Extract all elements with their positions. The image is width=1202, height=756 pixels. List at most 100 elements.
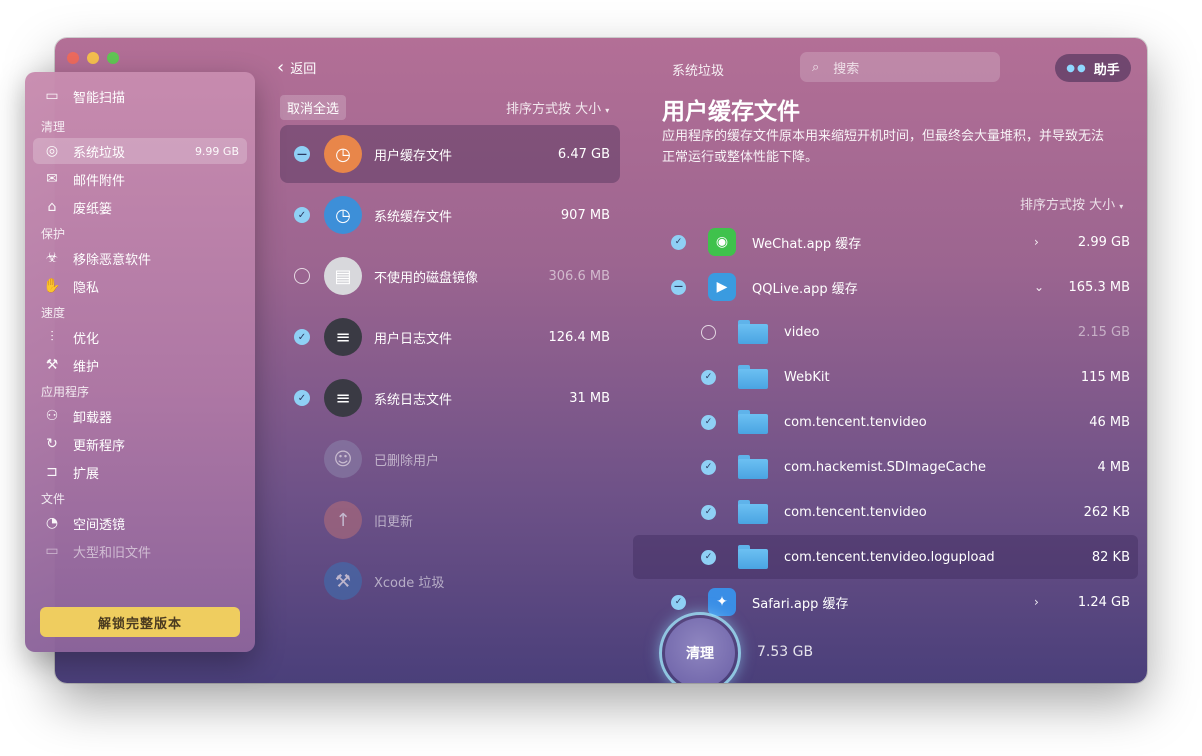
file-name: WeChat.app 缓存: [752, 236, 862, 252]
safari-icon: ✦: [708, 588, 736, 616]
sidebar-item[interactable]: ◎ 系统垃圾 9.99 GB: [33, 138, 247, 164]
sidebar-item-label: 系统垃圾: [73, 145, 126, 161]
sort-dropdown[interactable]: 排序方式按 大小 ▾: [506, 98, 609, 117]
detail-description: 应用程序的缓存文件原本用来缩短开机时间，但最终会大量堆积，并导致无法正常运行或整…: [662, 129, 1105, 165]
file-row[interactable]: ✓ com.hackemist.SDImageCache 4 MB: [633, 445, 1138, 489]
category-size: 306.6 MB: [548, 268, 610, 284]
category-row[interactable]: ▤ 不使用的磁盘镜像 306.6 MB: [280, 247, 620, 305]
file-size: 46 MB: [1089, 414, 1130, 430]
category-row[interactable]: — ◷ 用户缓存文件 6.47 GB: [280, 125, 620, 183]
system-log-icon: ≡: [324, 379, 362, 417]
chevron-right-icon[interactable]: ›: [1034, 595, 1058, 609]
file-checkbox[interactable]: ✓: [701, 369, 716, 385]
sidebar-section-title: 应用程序: [41, 385, 90, 399]
clean-button[interactable]: 清理: [665, 618, 735, 683]
category-row[interactable]: ✓ ≡ 用户日志文件 126.4 MB: [280, 308, 620, 366]
category-row[interactable]: ✓ ≡ 系统日志文件 31 MB: [280, 369, 620, 427]
file-row[interactable]: ✓ com.tencent.tenvideo.logupload 82 KB: [633, 535, 1138, 579]
sidebar: ▭ 智能扫描 解锁完整版本 清理 ◎ 系统垃圾 9.99 GB ✉ 邮件附件 ⌂ 废纸篓 保护 ☣…: [25, 72, 255, 652]
detail-sort-dropdown[interactable]: 排序方式按 大小 ▾: [1020, 194, 1123, 213]
sidebar-item-label: 隐私: [73, 280, 100, 296]
sidebar-section-title: 保护: [41, 227, 66, 241]
category-row[interactable]: ☺ 已删除用户: [280, 430, 620, 488]
sidebar-item-label: 扩展: [73, 466, 100, 482]
sidebar-item-label: 邮件附件: [73, 173, 126, 189]
sidebar-item-label: 优化: [73, 331, 100, 347]
file-checkbox[interactable]: ✓: [671, 594, 686, 610]
minimize-window-button[interactable]: [87, 52, 99, 64]
caret-down-icon: ▾: [605, 106, 610, 115]
unlock-full-version-button[interactable]: 解锁完整版本: [40, 607, 240, 637]
chevron-right-icon[interactable]: ›: [1034, 235, 1058, 249]
file-row[interactable]: ✓ com.tencent.tenvideo 46 MB: [633, 400, 1138, 444]
file-checkbox[interactable]: ✓: [701, 549, 716, 565]
xcode-icon: ⚒: [324, 562, 362, 600]
detail-sort-label: 排序方式按 大小: [1020, 198, 1116, 213]
updater-icon: ↻: [46, 436, 58, 452]
sidebar-item[interactable]: ⌂ 废纸篓: [33, 194, 247, 220]
file-row[interactable]: ✓ ◉ WeChat.app 缓存 › 2.99 GB: [633, 220, 1138, 264]
biohazard-icon: ☣: [45, 250, 59, 266]
deselect-all-button[interactable]: 取消全选: [280, 95, 347, 120]
file-checkbox[interactable]: —: [671, 279, 686, 295]
sidebar-item[interactable]: ⚇ 卸载器: [33, 403, 247, 429]
category-row[interactable]: ↑ 旧更新: [280, 491, 620, 549]
sidebar-item[interactable]: ◔ 空间透镜: [33, 510, 247, 536]
file-checkbox[interactable]: [701, 324, 716, 340]
sidebar-item[interactable]: ▭ 大型和旧文件: [33, 538, 247, 564]
search-placeholder: 搜索: [833, 61, 860, 77]
folder-icon: ▭: [45, 543, 59, 559]
disk-image-icon: ▤: [324, 257, 362, 295]
sidebar-section-title: 文件: [41, 492, 66, 506]
file-size: 2.15 GB: [1077, 324, 1130, 340]
sidebar-item[interactable]: ✋ 隐私: [33, 273, 247, 299]
category-checkbox[interactable]: ✓: [294, 390, 310, 406]
assistant-button[interactable]: ●● 助手: [1055, 54, 1131, 82]
category-name: 用户缓存文件: [374, 148, 453, 164]
chevron-down-icon[interactable]: ⌄: [1034, 280, 1058, 294]
close-window-button[interactable]: [67, 52, 79, 64]
sidebar-item[interactable]: ✉ 邮件附件: [33, 166, 247, 192]
file-row[interactable]: — ▶ QQLive.app 缓存 ⌄ 165.3 MB: [633, 265, 1138, 309]
back-button[interactable]: ‹ 返回: [277, 58, 316, 77]
category-row[interactable]: ✓ ◷ 系统缓存文件 907 MB: [280, 186, 620, 244]
file-checkbox[interactable]: ✓: [701, 414, 716, 430]
category-checkbox[interactable]: —: [294, 146, 310, 162]
sidebar-item[interactable]: ⫶ 优化: [33, 324, 247, 350]
sidebar-item-label: 废纸篓: [73, 201, 113, 217]
sidebar-section-title: 清理: [41, 120, 66, 134]
category-checkbox[interactable]: [294, 268, 310, 284]
file-size: 165.3 MB: [1068, 279, 1130, 295]
file-name: com.tencent.tenvideo: [784, 414, 927, 430]
category-size: 126.4 MB: [548, 329, 610, 345]
bin-icon: ⌂: [47, 199, 57, 215]
file-name: QQLive.app 缓存: [752, 281, 858, 297]
category-row[interactable]: ⚒ Xcode 垃圾: [280, 552, 620, 610]
file-row[interactable]: video 2.15 GB: [633, 310, 1138, 354]
sidebar-item[interactable]: ⚒ 维护: [33, 352, 247, 378]
folder-icon: [738, 365, 768, 389]
file-size: 4 MB: [1097, 459, 1130, 475]
caret-down-icon: ▾: [1119, 202, 1124, 211]
category-checkbox: [294, 512, 310, 528]
sidebar-item-smart-scan[interactable]: ▭ 智能扫描: [33, 83, 247, 109]
sidebar-item[interactable]: ☣ 移除恶意软件: [33, 245, 247, 271]
file-size: 1.24 GB: [1077, 594, 1130, 610]
category-size: 907 MB: [560, 207, 610, 223]
file-checkbox[interactable]: ✓: [671, 234, 686, 250]
file-row[interactable]: ✓ com.tencent.tenvideo 262 KB: [633, 490, 1138, 534]
extension-icon: ⊐: [46, 464, 58, 480]
zoom-window-button[interactable]: [107, 52, 119, 64]
category-checkbox[interactable]: ✓: [294, 329, 310, 345]
sidebar-item-label: 卸载器: [73, 410, 113, 426]
wechat-icon: ◉: [708, 228, 736, 256]
search-input[interactable]: ⌕ 搜索: [800, 52, 1000, 82]
file-row[interactable]: ✓ WebKit 115 MB: [633, 355, 1138, 399]
category-checkbox[interactable]: ✓: [294, 207, 310, 223]
sidebar-item[interactable]: ↻ 更新程序: [33, 431, 247, 457]
folder-icon: [738, 410, 768, 434]
file-checkbox[interactable]: ✓: [701, 504, 716, 520]
folder-icon: [738, 545, 768, 569]
sidebar-item[interactable]: ⊐ 扩展: [33, 459, 247, 485]
file-checkbox[interactable]: ✓: [701, 459, 716, 475]
